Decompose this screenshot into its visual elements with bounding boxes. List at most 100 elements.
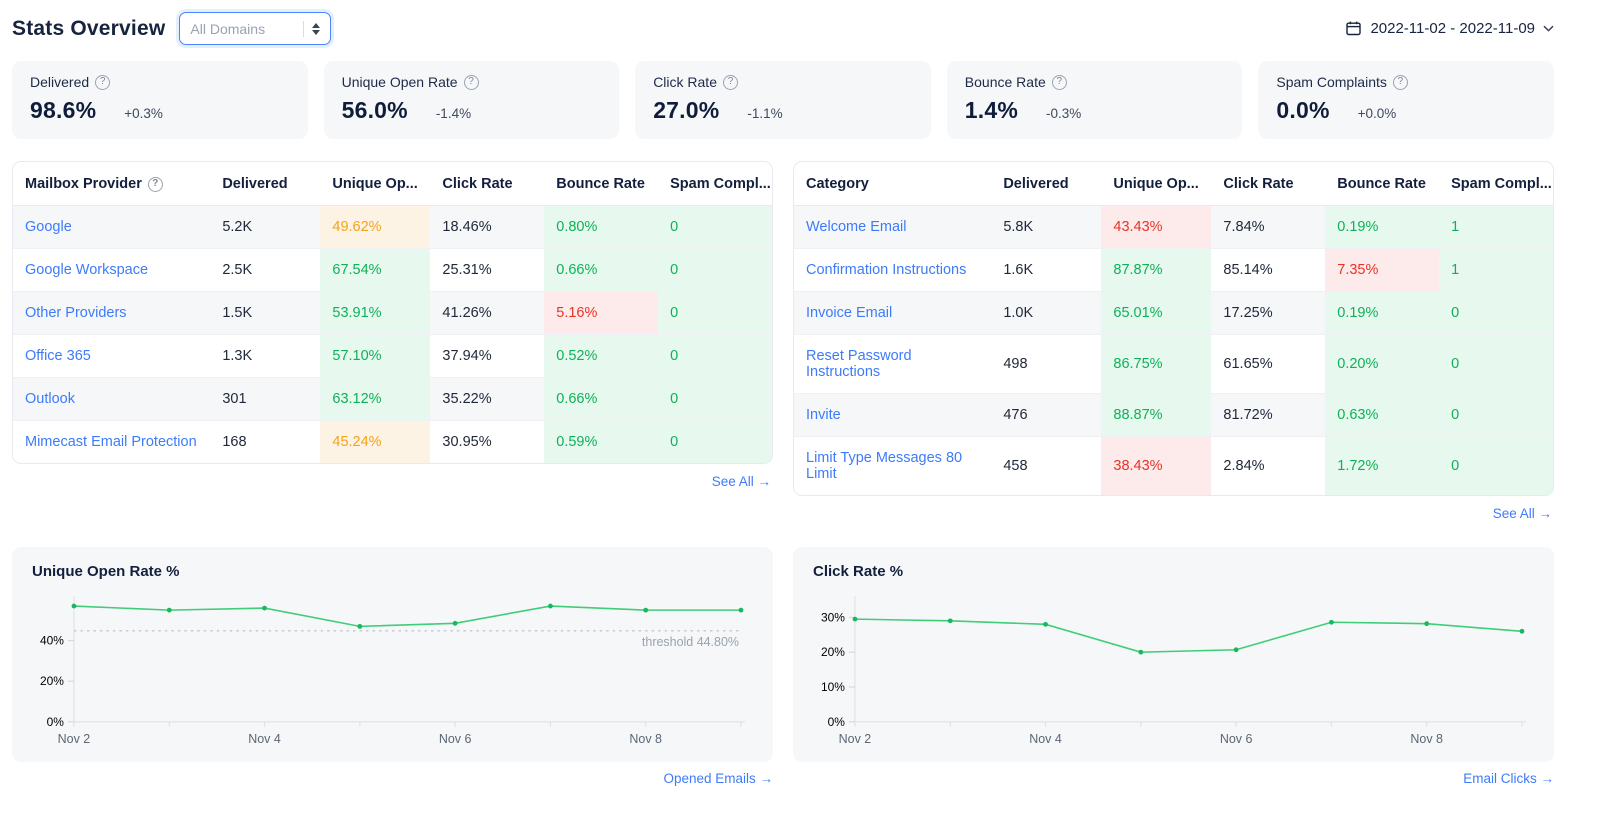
table-row: Invite47688.87%81.72%0.63%0	[794, 394, 1553, 437]
value-cell: 0	[658, 378, 772, 421]
tables-row: Mailbox Provider? Delivered Unique Op...…	[12, 161, 1554, 543]
see-all-link[interactable]: See All →	[712, 474, 771, 489]
value-cell: 168	[210, 421, 320, 464]
svg-text:30%: 30%	[821, 610, 845, 624]
kpi-value: 27.0%	[653, 97, 719, 124]
value-cell: 7.35%	[1325, 249, 1439, 292]
kpi-label: Bounce Rate	[965, 74, 1046, 90]
table-row: Outlook30163.12%35.22%0.66%0	[13, 378, 772, 421]
value-cell: 1.0K	[991, 292, 1101, 335]
svg-text:threshold 44.80%: threshold 44.80%	[642, 635, 739, 649]
value-cell: 1.5K	[210, 292, 320, 335]
help-icon[interactable]: ?	[1052, 75, 1067, 90]
column-header: Delivered	[210, 162, 320, 206]
kpi-card-unique-open-rate: Unique Open Rate? 56.0%-1.4%	[324, 61, 620, 139]
value-cell: 1.3K	[210, 335, 320, 378]
email-clicks-link[interactable]: Email Clicks →	[1463, 771, 1554, 786]
category-link[interactable]: Invoice Email	[806, 305, 892, 321]
category-table-card: Category Delivered Unique Op... Click Ra…	[793, 161, 1554, 496]
kpi-row: Delivered? 98.6%+0.3% Unique Open Rate? …	[12, 61, 1554, 139]
value-cell: 87.87%	[1101, 249, 1211, 292]
provider-link[interactable]: Google Workspace	[25, 262, 148, 278]
value-cell: 0.19%	[1325, 292, 1439, 335]
svg-text:Nov 6: Nov 6	[439, 732, 472, 746]
date-range-picker[interactable]: 2022-11-02 - 2022-11-09	[1345, 20, 1554, 37]
unique-open-rate-chart-card: Unique Open Rate % 0%20%40%Nov 2Nov 4Nov…	[12, 547, 773, 762]
svg-text:20%: 20%	[821, 645, 845, 659]
value-cell: 0	[658, 421, 772, 464]
unique-open-rate-chart: 0%20%40%Nov 2Nov 4Nov 6Nov 8threshold 44…	[30, 582, 755, 754]
see-all-link[interactable]: See All →	[1493, 506, 1552, 521]
value-cell: 65.01%	[1101, 292, 1211, 335]
svg-text:0%: 0%	[47, 715, 65, 729]
category-link[interactable]: Confirmation Instructions	[806, 262, 966, 278]
chart-title: Unique Open Rate %	[32, 563, 755, 580]
help-icon[interactable]: ?	[1393, 75, 1408, 90]
kpi-delta: -1.4%	[436, 106, 471, 121]
name-cell: Invite	[794, 394, 991, 437]
stats-overview-page: Stats Overview All Domains 2022-11-02 - …	[0, 0, 1600, 796]
unique-open-rate-chart-section: Unique Open Rate % 0%20%40%Nov 2Nov 4Nov…	[12, 547, 773, 788]
svg-text:Nov 8: Nov 8	[1410, 732, 1443, 746]
category-link[interactable]: Reset Password Instructions	[806, 348, 912, 380]
value-cell: 458	[991, 437, 1101, 496]
click-rate-chart: 0%10%20%30%Nov 2Nov 4Nov 6Nov 8	[811, 582, 1536, 754]
name-cell: Outlook	[13, 378, 210, 421]
value-cell: 0	[658, 335, 772, 378]
provider-link[interactable]: Office 365	[25, 348, 91, 364]
value-cell: 7.84%	[1211, 206, 1325, 249]
chart-title: Click Rate %	[813, 563, 1536, 580]
value-cell: 18.46%	[430, 206, 544, 249]
table-row: Office 3651.3K57.10%37.94%0.52%0	[13, 335, 772, 378]
value-cell: 0	[658, 249, 772, 292]
name-cell: Google	[13, 206, 210, 249]
value-cell: 0.66%	[544, 378, 658, 421]
category-table: Category Delivered Unique Op... Click Ra…	[794, 162, 1553, 495]
kpi-delta: -1.1%	[747, 106, 782, 121]
opened-emails-link[interactable]: Opened Emails →	[663, 771, 773, 786]
column-header: Mailbox Provider	[25, 176, 142, 192]
column-header: Unique Op...	[320, 162, 430, 206]
name-cell: Limit Type Messages 80 Limit	[794, 437, 991, 496]
value-cell: 0.59%	[544, 421, 658, 464]
value-cell: 88.87%	[1101, 394, 1211, 437]
domain-select[interactable]: All Domains	[179, 12, 331, 45]
help-icon[interactable]: ?	[148, 177, 163, 192]
value-cell: 17.25%	[1211, 292, 1325, 335]
provider-link[interactable]: Outlook	[25, 391, 75, 407]
value-cell: 37.94%	[430, 335, 544, 378]
help-icon[interactable]: ?	[95, 75, 110, 90]
category-link[interactable]: Welcome Email	[806, 219, 906, 235]
name-cell: Google Workspace	[13, 249, 210, 292]
domain-select-value: All Domains	[190, 21, 265, 37]
value-cell: 25.31%	[430, 249, 544, 292]
provider-link[interactable]: Mimecast Email Protection	[25, 434, 197, 450]
svg-text:Nov 4: Nov 4	[1029, 732, 1062, 746]
svg-text:Nov 6: Nov 6	[1220, 732, 1253, 746]
column-header: Bounce Rate	[1325, 162, 1439, 206]
table-row: Google Workspace2.5K67.54%25.31%0.66%0	[13, 249, 772, 292]
name-cell: Reset Password Instructions	[794, 335, 991, 394]
category-link[interactable]: Invite	[806, 407, 841, 423]
svg-text:20%: 20%	[40, 674, 64, 688]
kpi-card-spam-complaints: Spam Complaints? 0.0%+0.0%	[1258, 61, 1554, 139]
category-link[interactable]: Limit Type Messages 80 Limit	[806, 450, 962, 482]
help-icon[interactable]: ?	[464, 75, 479, 90]
value-cell: 0.20%	[1325, 335, 1439, 394]
column-header: Bounce Rate	[544, 162, 658, 206]
table-header-row: Mailbox Provider? Delivered Unique Op...…	[13, 162, 772, 206]
table-row: Invoice Email1.0K65.01%17.25%0.19%0	[794, 292, 1553, 335]
mailbox-provider-table-card: Mailbox Provider? Delivered Unique Op...…	[12, 161, 773, 464]
provider-link[interactable]: Google	[25, 219, 72, 235]
kpi-value: 98.6%	[30, 97, 96, 124]
value-cell: 38.43%	[1101, 437, 1211, 496]
value-cell: 5.2K	[210, 206, 320, 249]
table-row: Confirmation Instructions1.6K87.87%85.14…	[794, 249, 1553, 292]
table-row: Reset Password Instructions49886.75%61.6…	[794, 335, 1553, 394]
kpi-value: 0.0%	[1276, 97, 1329, 124]
provider-link[interactable]: Other Providers	[25, 305, 127, 321]
column-header: Click Rate	[1211, 162, 1325, 206]
name-cell: Mimecast Email Protection	[13, 421, 210, 464]
kpi-label: Click Rate	[653, 74, 717, 90]
help-icon[interactable]: ?	[723, 75, 738, 90]
